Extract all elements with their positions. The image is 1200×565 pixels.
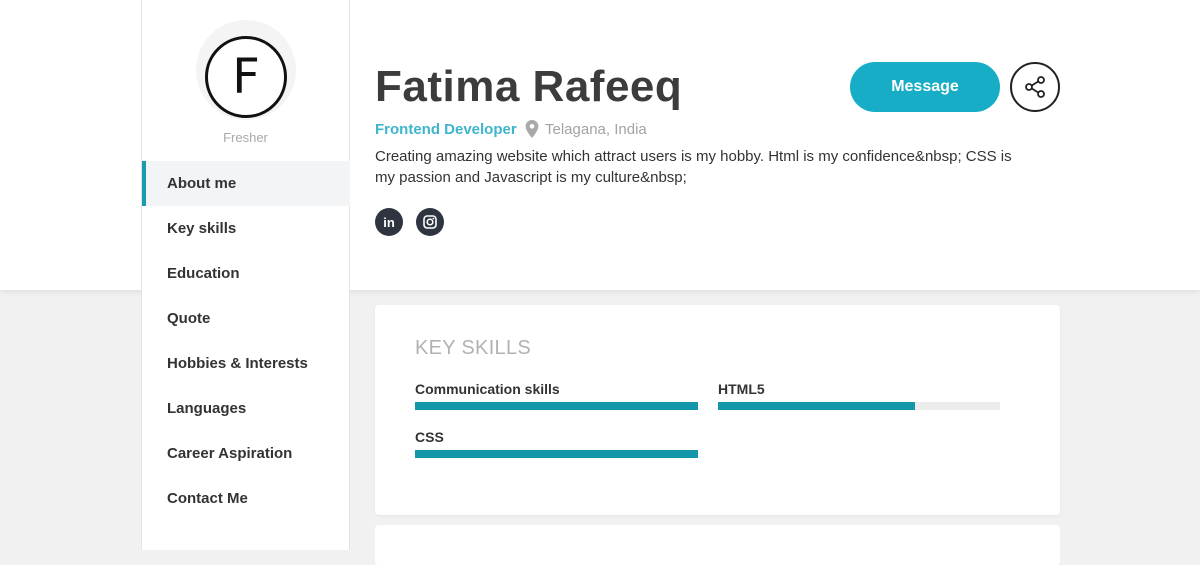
skill-bar-fill bbox=[415, 450, 698, 458]
avatar-frame: F bbox=[196, 20, 296, 120]
sidebar-item-contact-me[interactable]: Contact Me bbox=[142, 476, 350, 521]
sidebar-item-education[interactable]: Education bbox=[142, 251, 350, 296]
profile-name: Fatima Rafeeq bbox=[375, 62, 683, 111]
instagram-icon[interactable] bbox=[416, 208, 444, 236]
map-pin-icon bbox=[525, 120, 539, 138]
profile-bio: Creating amazing website which attract u… bbox=[375, 148, 1012, 186]
avatar[interactable]: F bbox=[205, 36, 287, 118]
sidebar-nav: About me Key skills Education Quote Hobb… bbox=[142, 161, 350, 521]
skill-name: CSS bbox=[415, 429, 444, 445]
share-button[interactable] bbox=[1010, 62, 1060, 112]
skill-bar bbox=[718, 402, 1000, 410]
linkedin-icon[interactable]: in bbox=[375, 208, 403, 236]
skill-bar bbox=[415, 402, 698, 410]
share-icon bbox=[1025, 76, 1045, 98]
sidebar-item-career-aspiration[interactable]: Career Aspiration bbox=[142, 431, 350, 476]
key-skills-card: KEY SKILLS Communication skills HTML5 CS… bbox=[375, 305, 1060, 515]
sidebar-item-hobbies[interactable]: Hobbies & Interests bbox=[142, 341, 350, 386]
instagram-glyph bbox=[423, 215, 437, 229]
skill-bar bbox=[415, 450, 698, 458]
profile-location: Telagana, India bbox=[525, 120, 647, 138]
location-text: Telagana, India bbox=[545, 120, 647, 138]
skill-bar-fill bbox=[718, 402, 916, 410]
sidebar-item-about-me[interactable]: About me bbox=[142, 161, 350, 206]
skill-name: Communication skills bbox=[415, 381, 560, 397]
skill-item: Communication skills bbox=[415, 380, 698, 410]
sidebar-item-quote[interactable]: Quote bbox=[142, 296, 350, 341]
message-button[interactable]: Message bbox=[850, 62, 1000, 112]
sidebar-item-key-skills[interactable]: Key skills bbox=[142, 206, 350, 251]
sidebar: F Fresher About me Key skills Education … bbox=[141, 0, 350, 550]
skill-item: HTML5 bbox=[718, 380, 1000, 410]
card-title: KEY SKILLS bbox=[415, 337, 532, 359]
experience-level: Fresher bbox=[223, 130, 268, 145]
skill-item: CSS bbox=[415, 428, 698, 458]
sidebar-item-languages[interactable]: Languages bbox=[142, 386, 350, 431]
skill-name: HTML5 bbox=[718, 381, 765, 397]
skill-bar-fill bbox=[415, 402, 698, 410]
next-section-card bbox=[375, 525, 1060, 565]
profile-role: Frontend Developer bbox=[375, 121, 517, 138]
